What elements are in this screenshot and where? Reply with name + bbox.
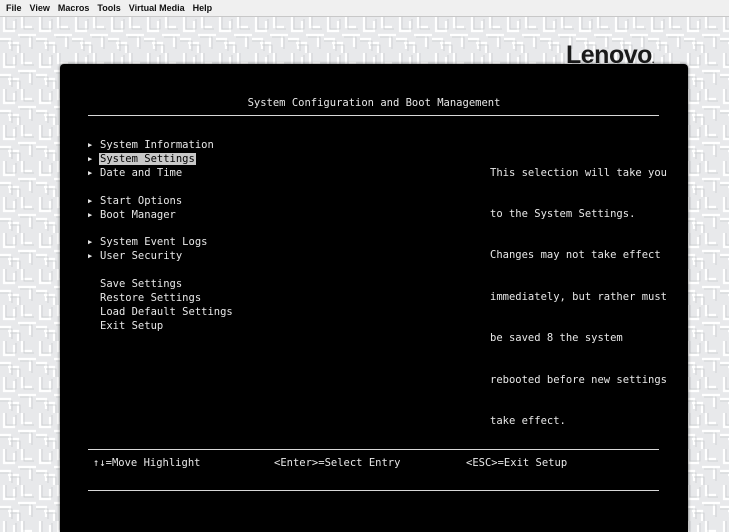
bios-title: System Configuration and Boot Management — [247, 97, 501, 109]
bios-menu-item[interactable]: ▶ System Information — [88, 139, 215, 152]
help-text: This selection will take you to the Syst… — [490, 139, 667, 456]
footer-esc-hint: <ESC>=Exit Setup — [466, 457, 568, 469]
menu-help[interactable]: Help — [193, 3, 213, 13]
footer-move-hint: ↑↓=Move Highlight — [93, 457, 201, 469]
bios-menu-item-label: Boot Manager — [100, 209, 176, 221]
bios-menu-item[interactable]: ▶ Start Options — [88, 195, 183, 208]
bios-menu-item[interactable]: Restore Settings — [88, 292, 202, 305]
help-line: rebooted before new settings — [490, 373, 668, 386]
help-line: Changes may not take effect — [490, 249, 661, 262]
bios-menu-item-label: Start Options — [100, 195, 183, 207]
help-line: This selection will take you — [490, 166, 668, 179]
divider-top — [88, 115, 659, 116]
divider-footer-top — [88, 449, 659, 450]
triangle-right-icon: ▶ — [88, 197, 93, 205]
help-line: to the System Settings. — [490, 207, 636, 220]
help-line: immediately, but rather must — [490, 290, 668, 303]
bios-menu-item[interactable]: ▶ System Event Logs — [88, 236, 208, 249]
bios-menu-item-label: Load Default Settings — [100, 306, 233, 318]
menu-file[interactable]: File — [6, 3, 22, 13]
bios-menu-item[interactable]: ▶ User Security — [88, 250, 183, 263]
bios-menu-item[interactable]: Save Settings — [88, 278, 183, 291]
divider-footer-bottom — [88, 490, 659, 491]
menu-bar: File View Macros Tools Virtual Media Hel… — [0, 0, 729, 17]
bios-menu-item-label: System Information — [100, 139, 214, 151]
triangle-right-icon: ▶ — [88, 141, 93, 149]
bios-setup-screen: System Configuration and Boot Management… — [60, 64, 688, 532]
menu-virtual-media[interactable]: Virtual Media — [129, 3, 185, 13]
bios-menu-item-label: Date and Time — [100, 167, 183, 179]
bios-menu-item-label: Exit Setup — [100, 320, 164, 332]
help-line: take effect. — [490, 414, 566, 427]
bios-menu-item-label: Restore Settings — [100, 292, 202, 304]
bios-menu-item-label: System Settings — [99, 153, 196, 165]
menu-macros[interactable]: Macros — [58, 3, 90, 13]
bios-menu-item-label: System Event Logs — [100, 236, 208, 248]
bios-menu-item[interactable]: ▶ Boot Manager — [88, 209, 177, 222]
bios-menu-item[interactable]: Exit Setup — [88, 320, 164, 333]
bios-menu-item[interactable]: ▶ System Settings — [88, 153, 196, 166]
triangle-right-icon: ▶ — [88, 252, 93, 260]
menu-tools[interactable]: Tools — [97, 3, 120, 13]
help-line: be saved 8 the system — [490, 332, 623, 345]
triangle-right-icon: ▶ — [88, 155, 93, 163]
triangle-right-icon: ▶ — [88, 169, 93, 177]
bios-menu-item-label: Save Settings — [100, 278, 183, 290]
bios-menu-item[interactable]: ▶ Date and Time — [88, 167, 183, 180]
footer-enter-hint: <Enter>=Select Entry — [274, 457, 401, 469]
triangle-right-icon: ▶ — [88, 211, 93, 219]
menu-view[interactable]: View — [30, 3, 50, 13]
bios-menu-item-label: User Security — [100, 250, 183, 262]
triangle-right-icon: ▶ — [88, 238, 93, 246]
bios-menu-item[interactable]: Load Default Settings — [88, 306, 234, 319]
